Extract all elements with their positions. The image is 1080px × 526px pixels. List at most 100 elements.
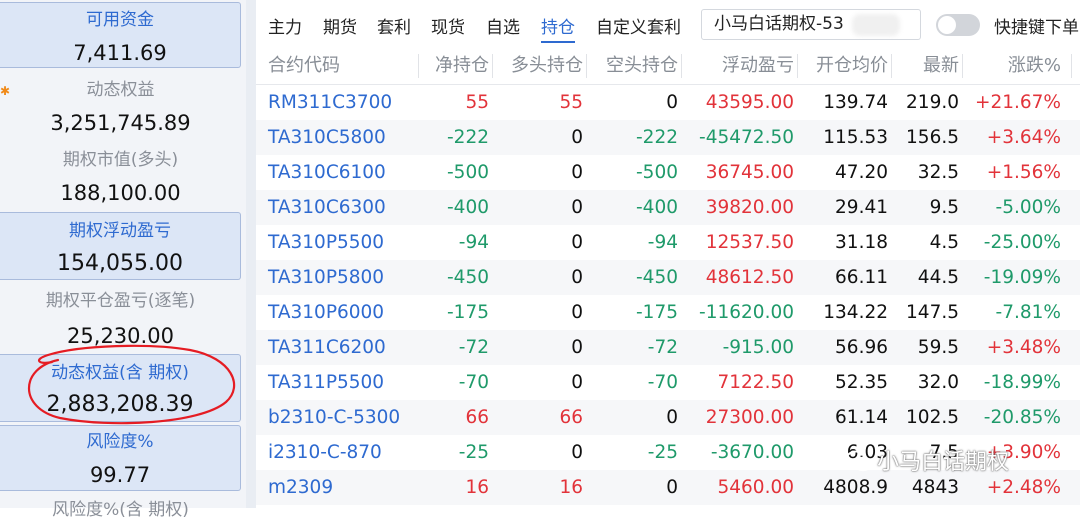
table-row[interactable]: TA310P6000 -175 0 -175 -11620.00 134.22 147.5 -… bbox=[256, 295, 1080, 330]
cell-last-price: 9.5 bbox=[929, 197, 959, 218]
cell-net-position: -222 bbox=[447, 127, 489, 148]
table-row[interactable]: TA310C5800 -222 0 -222 -45472.50 115.53 156.5 +… bbox=[256, 120, 1080, 155]
header-long-position[interactable]: 多头持仓 bbox=[511, 48, 583, 84]
cell-net-position: -400 bbox=[447, 197, 489, 218]
tab-custom-arbitrage[interactable]: 自定义套利 bbox=[596, 13, 681, 38]
table-row[interactable]: TA311P5500 -70 0 -70 7122.50 52.35 32.0 -18.99% bbox=[256, 365, 1080, 400]
card-value: 99.77 bbox=[89, 463, 151, 487]
header-contract-code[interactable]: 合约代码 bbox=[268, 48, 340, 84]
account-selector[interactable]: 小马白话期权-53 bbox=[701, 9, 921, 40]
card-label: 风险度% bbox=[86, 432, 154, 452]
cell-net-position: -175 bbox=[447, 302, 489, 323]
cell-contract-code: m2309 bbox=[268, 477, 334, 498]
card-value: 188,100.00 bbox=[60, 181, 181, 205]
tab-arbitrage[interactable]: 套利 bbox=[377, 13, 411, 38]
table-row[interactable]: TA310P5800 -450 0 -450 48612.50 66.11 44.5 -19.… bbox=[256, 260, 1080, 295]
cell-short-position: -70 bbox=[647, 372, 678, 393]
cell-long-position: 0 bbox=[571, 162, 583, 183]
cell-net-position: -94 bbox=[458, 232, 489, 253]
cell-net-position: 16 bbox=[465, 477, 489, 498]
toggle-knob bbox=[938, 16, 956, 34]
header-last-price[interactable]: 最新 bbox=[923, 48, 959, 84]
cell-floating-pnl: 39820.00 bbox=[705, 197, 794, 218]
table-row[interactable]: TA310P5500 -94 0 -94 12537.50 31.18 4.5 -25.00% bbox=[256, 225, 1080, 260]
cell-short-position: -94 bbox=[647, 232, 678, 253]
cell-open-avg-price: 29.41 bbox=[835, 197, 888, 218]
wechat-logo-icon bbox=[845, 450, 872, 472]
cell-floating-pnl: 27300.00 bbox=[705, 407, 794, 428]
tab-spot[interactable]: 现货 bbox=[431, 13, 465, 38]
cell-short-position: 0 bbox=[666, 92, 678, 113]
watermark: 小马白话期权 bbox=[845, 444, 1009, 476]
header-change-percent[interactable]: 涨跌% bbox=[1008, 48, 1061, 84]
cell-contract-code: i2310-C-870 bbox=[268, 442, 382, 463]
cell-long-position: 0 bbox=[571, 127, 583, 148]
cell-floating-pnl: 12537.50 bbox=[705, 232, 794, 253]
cell-net-position: 66 bbox=[465, 407, 489, 428]
card-label: 期权浮动盈亏 bbox=[69, 221, 171, 241]
cell-long-position: 0 bbox=[571, 337, 583, 358]
header-floating-pnl[interactable]: 浮动盈亏 bbox=[722, 48, 794, 84]
tab-main[interactable]: 主力 bbox=[268, 13, 302, 38]
cell-open-avg-price: 115.53 bbox=[823, 127, 888, 148]
cell-short-position: -72 bbox=[647, 337, 678, 358]
card-option-floating-pnl[interactable]: 期权浮动盈亏 154,055.00 bbox=[0, 212, 241, 280]
cell-change-percent: -18.99% bbox=[983, 372, 1061, 393]
cell-short-position: -175 bbox=[636, 302, 678, 323]
card-value: 25,230.00 bbox=[67, 324, 174, 348]
cell-change-percent: +3.48% bbox=[986, 337, 1061, 358]
header-net-position[interactable]: 净持仓 bbox=[435, 48, 489, 84]
header-open-avg-price[interactable]: 开仓均价 bbox=[816, 48, 888, 84]
cell-change-percent: -7.81% bbox=[995, 302, 1061, 323]
cell-open-avg-price: 134.22 bbox=[823, 302, 888, 323]
cell-long-position: 0 bbox=[571, 267, 583, 288]
header-short-position[interactable]: 空头持仓 bbox=[606, 48, 678, 84]
tab-watchlist[interactable]: 自选 bbox=[486, 13, 520, 38]
column-separator bbox=[1071, 54, 1072, 78]
cell-change-percent: -19.09% bbox=[983, 267, 1061, 288]
card-available-funds[interactable]: 可用资金 7,411.69 bbox=[0, 2, 241, 68]
cell-floating-pnl: 5460.00 bbox=[717, 477, 794, 498]
table-row[interactable]: RM311C3700 55 55 0 43595.00 139.74 219.0 +21.67… bbox=[256, 85, 1080, 120]
cell-contract-code: TA310C6100 bbox=[268, 162, 386, 183]
cell-last-price: 102.5 bbox=[906, 407, 959, 428]
cell-open-avg-price: 139.74 bbox=[823, 92, 888, 113]
table-row[interactable]: b2310-C-5300 66 66 0 27300.00 61.14 102.5 -20.8… bbox=[256, 400, 1080, 435]
card-risk-degree-incl-options[interactable]: 风险度%(含 期权) bbox=[0, 496, 241, 526]
card-value: 154,055.00 bbox=[57, 251, 183, 276]
account-summary-panel: 可用资金 7,411.69 ✱ 动态权益 3,251,745.89 期权市值(多… bbox=[0, 0, 246, 520]
cell-last-price: 219.0 bbox=[906, 92, 959, 113]
cell-last-price: 32.5 bbox=[917, 162, 959, 183]
cell-short-position: -25 bbox=[647, 442, 678, 463]
cell-open-avg-price: 61.14 bbox=[835, 407, 888, 428]
cell-last-price: 32.0 bbox=[917, 372, 959, 393]
table-body: RM311C3700 55 55 0 43595.00 139.74 219.0 +21.67… bbox=[256, 85, 1080, 505]
cell-floating-pnl: -45472.50 bbox=[699, 127, 794, 148]
cell-change-percent: +1.56% bbox=[986, 162, 1061, 183]
cell-long-position: 55 bbox=[559, 92, 583, 113]
cell-contract-code: TA310P5500 bbox=[268, 232, 385, 253]
tab-futures[interactable]: 期货 bbox=[323, 13, 357, 38]
cell-floating-pnl: -3670.00 bbox=[710, 442, 794, 463]
card-dynamic-equity-incl-options[interactable]: 动态权益(含 期权) 2,883,208.39 bbox=[0, 354, 241, 422]
card-value: 7,411.69 bbox=[73, 41, 167, 65]
cell-long-position: 0 bbox=[571, 442, 583, 463]
cell-floating-pnl: -915.00 bbox=[722, 337, 794, 358]
column-separator bbox=[891, 54, 892, 78]
cell-last-price: 4.5 bbox=[929, 232, 959, 253]
card-option-market-value[interactable]: 期权市值(多头) 188,100.00 bbox=[0, 142, 241, 210]
card-option-close-pnl[interactable]: 期权平仓盈亏(逐笔) 25,230.00 bbox=[0, 282, 241, 352]
cell-change-percent: +3.64% bbox=[986, 127, 1061, 148]
table-row[interactable]: TA310C6300 -400 0 -400 39820.00 29.41 9.5 -5.00… bbox=[256, 190, 1080, 225]
tab-positions[interactable]: 持仓 bbox=[541, 13, 575, 43]
cell-long-position: 66 bbox=[559, 407, 583, 428]
card-dynamic-equity[interactable]: 动态权益 3,251,745.89 bbox=[0, 72, 241, 140]
cell-short-position: -400 bbox=[636, 197, 678, 218]
cell-last-price: 44.5 bbox=[917, 267, 959, 288]
card-risk-degree[interactable]: 风险度% 99.77 bbox=[0, 425, 241, 491]
cell-last-price: 59.5 bbox=[917, 337, 959, 358]
cell-short-position: -450 bbox=[636, 267, 678, 288]
table-row[interactable]: TA310C6100 -500 0 -500 36745.00 47.20 32.5 +1.5… bbox=[256, 155, 1080, 190]
hotkey-order-toggle[interactable] bbox=[936, 14, 980, 36]
table-row[interactable]: TA311C6200 -72 0 -72 -915.00 56.96 59.5 +3.48% bbox=[256, 330, 1080, 365]
